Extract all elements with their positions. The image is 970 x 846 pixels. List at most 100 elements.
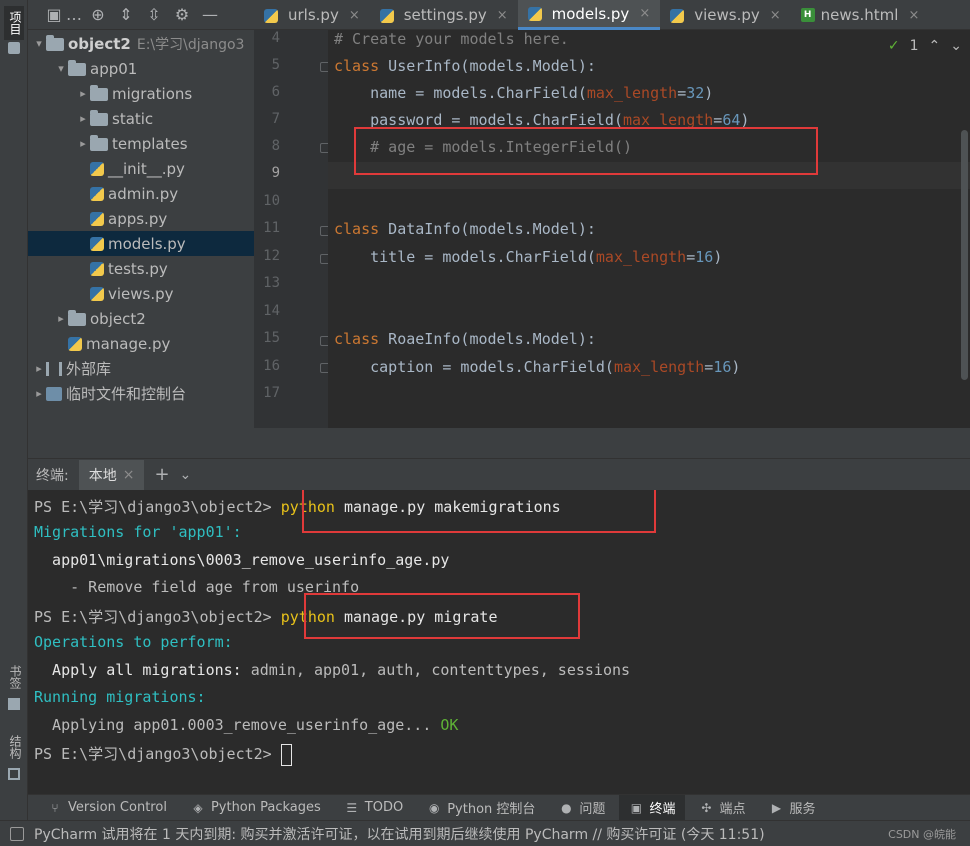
editor-bottom-area <box>254 428 970 458</box>
tree-item-views-py[interactable]: views.py <box>28 281 254 306</box>
terminal-output[interactable]: PS E:\学习\django3\object2> python manage.… <box>28 490 970 792</box>
tab-label: settings.py <box>403 6 487 24</box>
tool-terminal[interactable]: ▣ 终端 <box>619 794 686 821</box>
tree-item-migrations[interactable]: ▸ migrations <box>28 81 254 106</box>
tree-item-label: apps.py <box>108 209 168 228</box>
gear-icon[interactable]: ⚙ <box>172 5 192 25</box>
project-view-dropdown[interactable]: … <box>66 5 82 25</box>
hide-icon[interactable]: — <box>200 5 220 25</box>
terminal-line: PS E:\学习\django3\object2> <box>34 743 292 766</box>
tool-services[interactable]: ▶ 服务 <box>759 795 825 821</box>
chevron-right-icon[interactable]: ▸ <box>76 112 90 125</box>
tool-version-control[interactable]: ⑂ Version Control <box>38 795 177 821</box>
tree-item-external-libraries[interactable]: ▸ 外部库 <box>28 356 254 381</box>
close-icon[interactable]: × <box>639 6 650 21</box>
tree-item-templates[interactable]: ▸ templates <box>28 131 254 156</box>
tab-label: urls.py <box>288 6 339 24</box>
python-file-icon <box>670 8 685 23</box>
tool-problems[interactable]: ● 问题 <box>549 795 615 821</box>
python-file-icon <box>527 7 542 21</box>
chevron-down-icon[interactable]: ▾ <box>54 62 68 75</box>
chevron-right-icon[interactable]: ▸ <box>76 87 90 100</box>
folder-icon <box>90 85 108 101</box>
tab-views-py[interactable]: views.py × <box>660 0 790 30</box>
add-icon[interactable]: + <box>154 464 169 485</box>
code-line-15: class RoaeInfo(models.Model): <box>334 330 596 348</box>
line-number: 12 <box>263 248 280 264</box>
code-line-6: name = models.CharField(max_length=32) <box>334 84 714 102</box>
tree-item-init-py[interactable]: __init__.py <box>28 156 254 181</box>
project-tool-button[interactable]: 项目 <box>4 6 24 40</box>
editor-scrollbar[interactable] <box>961 130 968 380</box>
editor-tab-bar: urls.py × settings.py × models.py × view… <box>254 0 970 30</box>
chevron-right-icon[interactable]: ▸ <box>32 387 46 400</box>
tree-item-manage-py[interactable]: manage.py <box>28 331 254 356</box>
tree-item-apps-py[interactable]: apps.py <box>28 206 254 231</box>
tree-item-scratches[interactable]: ▸ 临时文件和控制台 <box>28 381 254 406</box>
chevron-up-icon[interactable]: ⌃ <box>929 38 941 54</box>
close-icon[interactable]: × <box>123 467 135 483</box>
line-number: 15 <box>263 330 280 346</box>
close-icon[interactable]: × <box>349 8 360 23</box>
tab-news-html[interactable]: H news.html × <box>791 0 930 30</box>
line-number: 11 <box>263 220 280 236</box>
bookmark-icon <box>8 698 20 710</box>
check-icon: ✓ <box>887 38 900 54</box>
bookmarks-tool-button[interactable]: 书签 <box>4 660 24 694</box>
terminal-line: Apply all migrations: admin, app01, auth… <box>34 661 631 679</box>
tree-item-label: tests.py <box>108 259 168 278</box>
tab-urls-py[interactable]: urls.py × <box>254 0 370 30</box>
tree-item-admin-py[interactable]: admin.py <box>28 181 254 206</box>
tree-item-object2-root[interactable]: ▾ object2 E:\学习\django3 <box>28 31 254 56</box>
line-number: 4 <box>271 30 280 46</box>
status-message[interactable]: PyCharm 试用将在 1 天内到期: 购买并激活许可证，以在试用到期后继续使… <box>34 824 765 844</box>
python-file-icon <box>90 262 104 276</box>
tree-item-static[interactable]: ▸ static <box>28 106 254 131</box>
tool-endpoints[interactable]: ✣ 端点 <box>689 795 755 821</box>
tree-item-label: app01 <box>90 59 138 78</box>
chevron-down-icon[interactable]: ▾ <box>32 37 46 50</box>
tree-item-label: manage.py <box>86 334 171 353</box>
close-icon[interactable]: × <box>770 8 781 23</box>
terminal-tab-local[interactable]: 本地 × <box>78 459 145 490</box>
terminal-title: 终端: <box>36 467 69 484</box>
tree-item-app01[interactable]: ▾ app01 <box>28 56 254 81</box>
locate-file-icon[interactable]: ⊕ <box>88 5 108 25</box>
tool-python-packages[interactable]: ◈ Python Packages <box>181 795 331 821</box>
chevron-right-icon[interactable]: ▸ <box>32 362 46 375</box>
expand-all-icon[interactable]: ⇕ <box>116 5 136 25</box>
tree-item-label: migrations <box>112 84 193 103</box>
chevron-down-icon[interactable]: ⌄ <box>180 467 192 483</box>
tool-window-bar: ⑂ Version Control ◈ Python Packages ☰ TODO … <box>28 794 970 821</box>
tree-item-path-hint: E:\学习\django3 <box>136 36 245 53</box>
tool-todo[interactable]: ☰ TODO <box>335 795 413 821</box>
python-icon: ◉ <box>428 800 440 815</box>
toggle-tool-windows-icon[interactable] <box>10 826 24 841</box>
tree-item-models-py[interactable]: models.py <box>28 231 254 256</box>
tree-item-label: admin.py <box>108 184 179 203</box>
close-icon[interactable]: × <box>497 8 508 23</box>
chevron-right-icon[interactable]: ▸ <box>76 137 90 150</box>
structure-tool-button[interactable]: 结构 <box>4 730 24 764</box>
tree-item-tests-py[interactable]: tests.py <box>28 256 254 281</box>
code-editor[interactable]: # Create your models here. class UserInf… <box>328 30 970 428</box>
endpoints-icon: ✣ <box>701 800 712 815</box>
code-line-11: class DataInfo(models.Model): <box>334 220 596 238</box>
folder-icon <box>90 135 108 151</box>
tree-item-object2-package[interactable]: ▸ object2 <box>28 306 254 331</box>
project-view-icon[interactable]: ▣ <box>44 5 64 25</box>
tab-settings-py[interactable]: settings.py × <box>370 0 518 30</box>
tab-label: news.html <box>820 6 899 24</box>
chevron-down-icon[interactable]: ⌄ <box>950 38 962 54</box>
list-icon: ☰ <box>346 800 358 815</box>
folder-icon <box>46 35 64 51</box>
tool-python-console[interactable]: ◉ Python 控制台 <box>417 795 545 821</box>
tab-models-py[interactable]: models.py × <box>517 0 661 30</box>
collapse-all-icon[interactable]: ⇳ <box>144 5 164 25</box>
close-icon[interactable]: × <box>908 8 919 23</box>
folder-icon <box>68 310 86 326</box>
chevron-right-icon[interactable]: ▸ <box>54 312 68 325</box>
inspection-widget[interactable]: ✓ 1 ⌃ ⌄ <box>888 38 962 54</box>
tree-item-label: object2 <box>68 34 131 53</box>
python-file-icon <box>90 187 104 201</box>
